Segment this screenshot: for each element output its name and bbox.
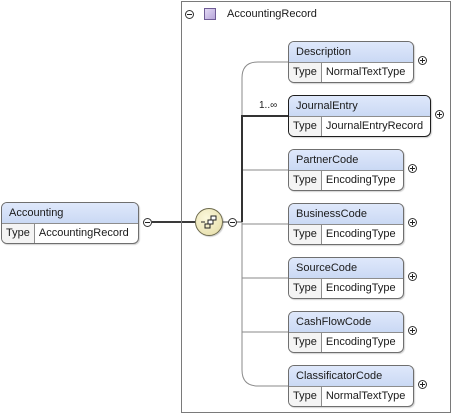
child-element-classificatorcode[interactable]: ClassificatorCode Type NormalTextType [288, 365, 414, 407]
type-value: JournalEntryRecord [325, 120, 424, 132]
type-value: EncodingType [325, 174, 396, 186]
type-label: Type [2, 224, 35, 243]
expand-icon[interactable] [408, 218, 417, 227]
expand-icon[interactable] [418, 56, 427, 65]
expand-icon[interactable] [418, 380, 427, 389]
type-label: Type [289, 225, 322, 244]
root-element-accounting[interactable]: Accounting Type AccountingRecord [1, 202, 139, 244]
occurrence-label: 1..∞ [259, 100, 278, 111]
collapse-complex-type-icon[interactable] [185, 10, 194, 19]
type-label: Type [289, 387, 322, 406]
complex-type-icon [204, 8, 216, 20]
type-value: EncodingType [325, 228, 396, 240]
element-name: CashFlowCode [289, 312, 403, 333]
complex-type-name: AccountingRecord [227, 8, 317, 20]
type-value: EncodingType [325, 336, 396, 348]
element-name: SourceCode [289, 258, 403, 279]
expand-icon[interactable] [435, 110, 444, 119]
type-label: Type [289, 117, 322, 136]
expand-icon[interactable] [408, 326, 417, 335]
type-value: EncodingType [325, 282, 396, 294]
type-label: Type [289, 333, 322, 352]
element-name: JournalEntry [289, 96, 430, 117]
child-element-journalentry[interactable]: JournalEntry Type JournalEntryRecord [288, 95, 431, 137]
type-label: Type [289, 63, 322, 82]
element-name: BusinessCode [289, 204, 403, 225]
element-name: Accounting [2, 203, 138, 224]
child-element-sourcecode[interactable]: SourceCode Type EncodingType [288, 257, 404, 299]
type-value: NormalTextType [325, 390, 406, 402]
type-value: NormalTextType [325, 66, 406, 78]
collapse-sequence-icon[interactable] [228, 218, 237, 227]
type-value: AccountingRecord [38, 227, 129, 239]
child-element-description[interactable]: Description Type NormalTextType [288, 41, 414, 83]
type-label: Type [289, 171, 322, 190]
type-label: Type [289, 279, 322, 298]
child-element-partnercode[interactable]: PartnerCode Type EncodingType [288, 149, 404, 191]
element-name: Description [289, 42, 413, 63]
element-name: PartnerCode [289, 150, 403, 171]
child-element-cashflowcode[interactable]: CashFlowCode Type EncodingType [288, 311, 404, 353]
expand-icon[interactable] [408, 272, 417, 281]
expand-icon[interactable] [408, 164, 417, 173]
collapse-toggle-icon[interactable] [143, 218, 152, 227]
child-element-businesscode[interactable]: BusinessCode Type EncodingType [288, 203, 404, 245]
sequence-compositor-icon[interactable] [195, 208, 223, 236]
element-name: ClassificatorCode [289, 366, 413, 387]
